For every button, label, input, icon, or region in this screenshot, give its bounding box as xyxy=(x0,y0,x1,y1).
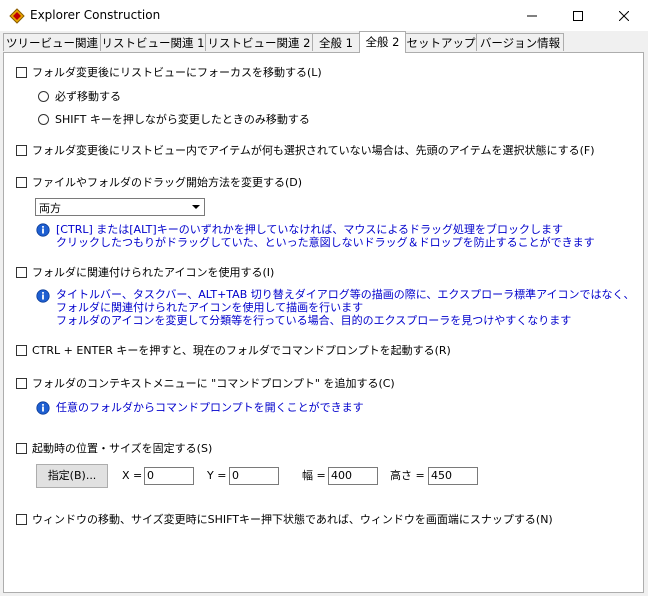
context-menu-checkbox[interactable] xyxy=(16,378,27,389)
radio-shift[interactable] xyxy=(38,114,49,125)
width-label: 幅 = xyxy=(302,469,326,482)
maximize-icon xyxy=(573,10,583,21)
y-label: Y = xyxy=(207,469,227,482)
assoc-icon-checkbox[interactable] xyxy=(16,267,27,278)
assoc-info-line-2: フォルダに関連付けられたアイコンを使用して描画を行います xyxy=(56,301,364,314)
radio-always-label: 必ず移動する xyxy=(55,90,121,103)
focus-list-checkbox[interactable] xyxy=(16,67,27,78)
tab-treeview[interactable]: ツリービュー関連 xyxy=(3,33,101,51)
minimize-icon xyxy=(527,15,537,16)
x-input[interactable]: 0 xyxy=(144,467,194,485)
ctrl-enter-label: CTRL + ENTER キーを押すと、現在のフォルダでコマンドプロンプトを起動… xyxy=(32,344,451,357)
tab-strip: ツリービュー関連 リストビュー関連 1 リストビュー関連 2 全般 1 全般 2… xyxy=(0,31,648,53)
app-diamond-icon xyxy=(9,8,25,24)
drag-method-label: ファイルやフォルダのドラッグ開始方法を変更する(D) xyxy=(32,176,303,189)
width-input[interactable]: 400 xyxy=(328,467,378,485)
y-input[interactable]: 0 xyxy=(229,467,279,485)
snap-label: ウィンドウの移動、サイズ変更時にSHIFTキー押下状態であれば、ウィンドウを画面… xyxy=(32,513,553,526)
fix-pos-checkbox[interactable] xyxy=(16,443,27,454)
height-label: 高さ = xyxy=(390,469,425,482)
ctrl-enter-checkbox[interactable] xyxy=(16,345,27,356)
radio-always[interactable] xyxy=(38,91,49,102)
fix-pos-label: 起動時の位置・サイズを固定する(S) xyxy=(32,442,213,455)
chevron-down-icon xyxy=(188,199,204,215)
tab-listview-1[interactable]: リストビュー関連 1 xyxy=(100,33,206,51)
drag-method-checkbox[interactable] xyxy=(16,177,27,188)
window-title: Explorer Construction xyxy=(30,8,161,22)
assoc-info-line-1: タイトルバー、タスクバー、ALT+TAB 切り替えダイアログ等の描画の際に、エク… xyxy=(56,288,635,301)
tab-listview-2[interactable]: リストビュー関連 2 xyxy=(205,33,313,51)
info-icon xyxy=(36,223,50,237)
info-icon xyxy=(36,401,50,415)
assoc-info-line-3: フォルダのアイコンを変更して分類等を行っている場合、目的のエクスプローラを見つけ… xyxy=(56,314,572,327)
tab-version[interactable]: バージョン情報 xyxy=(476,33,564,51)
snap-checkbox[interactable] xyxy=(16,514,27,525)
x-label: X = xyxy=(122,469,143,482)
tab-general-1[interactable]: 全般 1 xyxy=(312,33,360,51)
close-icon xyxy=(619,10,629,21)
maximize-button[interactable] xyxy=(555,0,601,31)
title-bar[interactable]: Explorer Construction xyxy=(0,0,648,31)
radio-shift-label: SHIFT キーを押しながら変更したときのみ移動する xyxy=(55,113,310,126)
tab-setup[interactable]: セットアップ xyxy=(405,33,477,51)
minimize-button[interactable] xyxy=(509,0,555,31)
close-button[interactable] xyxy=(601,0,647,31)
select-first-label: フォルダ変更後にリストビュー内でアイテムが何も選択されていない場合は、先頭のアイ… xyxy=(32,144,595,157)
select-first-checkbox[interactable] xyxy=(16,145,27,156)
height-input[interactable]: 450 xyxy=(428,467,478,485)
drag-method-select[interactable]: 両方 xyxy=(35,198,205,216)
context-info-text: 任意のフォルダからコマンドプロンプトを開くことができます xyxy=(56,401,364,414)
drag-info-line-1: [CTRL] または[ALT]キーのいずれかを押していなければ、マウスによるドラ… xyxy=(56,223,564,236)
drag-info-line-2: クリックしたつもりがドラッグしていた、といった意図しないドラッグ＆ドロップを防止… xyxy=(56,236,595,249)
specify-button[interactable]: 指定(B)... xyxy=(36,464,108,488)
assoc-icon-label: フォルダに関連付けられたアイコンを使用する(I) xyxy=(32,266,275,279)
tab-general-2[interactable]: 全般 2 xyxy=(359,31,406,53)
focus-list-label: フォルダ変更後にリストビューにフォーカスを移動する(L) xyxy=(32,66,322,79)
info-icon xyxy=(36,289,50,303)
context-menu-label: フォルダのコンテキストメニューに "コマンドプロンプト" を追加する(C) xyxy=(32,377,395,390)
drag-method-select-value: 両方 xyxy=(39,202,61,215)
